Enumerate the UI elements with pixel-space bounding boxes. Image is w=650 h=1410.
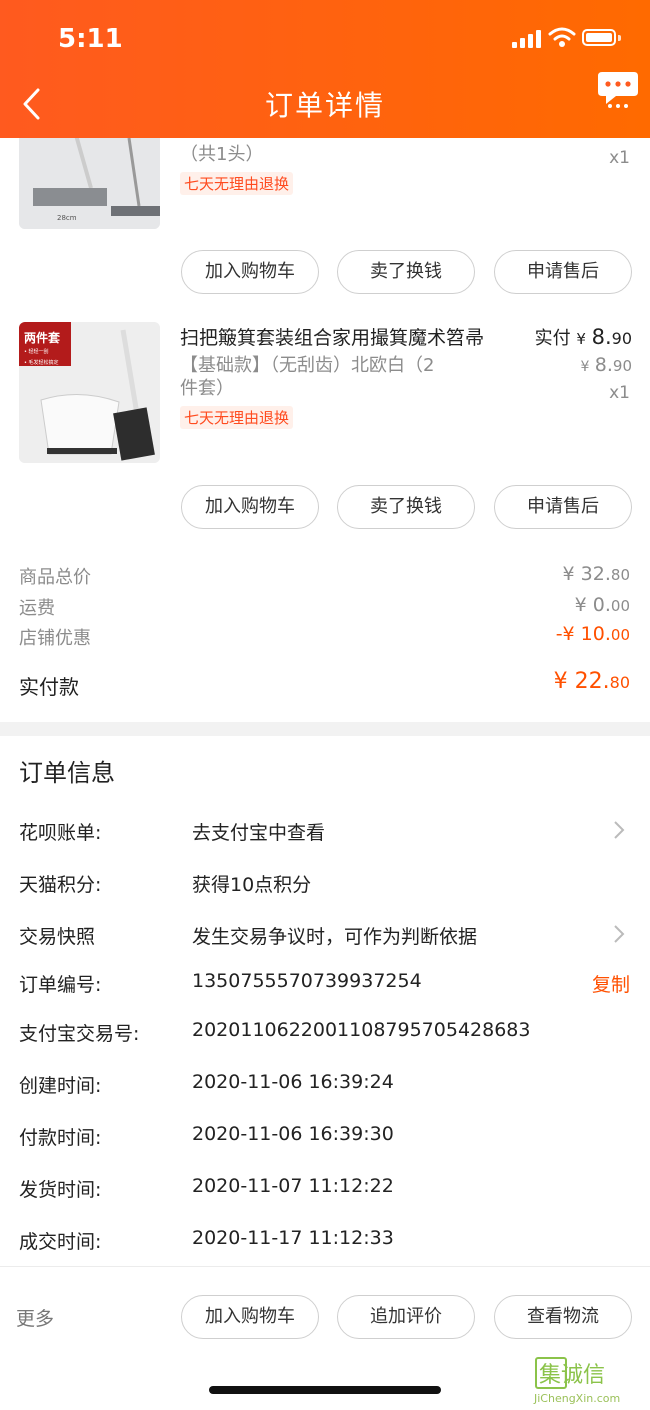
paid-time-label: 付款时间: xyxy=(19,1127,102,1149)
amount-decimal: 00 xyxy=(610,597,630,615)
paid-price-label: 实付 xyxy=(534,328,571,349)
goods-total-label: 商品总价 xyxy=(19,567,91,588)
sell-button[interactable]: 卖了换钱 xyxy=(337,485,475,529)
price-decimal: 90 xyxy=(611,329,632,348)
alipay-trade-number-value: 2020110622001108795705428683 xyxy=(192,1019,531,1041)
completed-time-label: 成交时间: xyxy=(19,1231,102,1253)
price-decimal: 90 xyxy=(612,357,632,375)
alipay-trade-number-label: 支付宝交易号: xyxy=(19,1023,140,1045)
amount-decimal: 80 xyxy=(610,566,630,584)
amount-decimal: 00 xyxy=(610,626,630,644)
order-number-value: 1350755570739937254 xyxy=(192,970,422,992)
shipped-time-label: 发货时间: xyxy=(19,1179,102,1201)
page-title: 订单详情 xyxy=(264,89,385,122)
currency-symbol: ¥ xyxy=(576,330,586,348)
home-indicator xyxy=(209,1386,441,1394)
amount-paid-label: 实付款 xyxy=(19,675,79,699)
huabei-bill-label: 花呗账单: xyxy=(19,822,102,844)
status-time: 5:11 xyxy=(58,24,123,54)
order-number-label: 订单编号: xyxy=(19,974,102,996)
more-button[interactable]: 更多 xyxy=(16,1304,54,1331)
tmall-points-label: 天猫积分: xyxy=(19,874,102,896)
watermark-text: JiChengXin.com xyxy=(534,1392,621,1405)
view-logistics-button[interactable]: 查看物流 xyxy=(494,1295,632,1339)
original-price: ¥ 8.90 xyxy=(580,354,632,376)
currency-symbol: ¥ xyxy=(580,359,590,375)
sell-button[interactable]: 卖了换钱 xyxy=(337,250,475,294)
product-quantity: x1 xyxy=(609,383,630,403)
product-spec-line: 【基础款】（无刮齿）北欧白（2 xyxy=(180,355,435,376)
amount-integer: ¥ 22. xyxy=(553,669,610,694)
add-review-button[interactable]: 追加评价 xyxy=(337,1295,475,1339)
product-spec: 【基础款】（无刮齿）北欧白（2 件套） xyxy=(180,354,434,400)
return-policy-badge: 七天无理由退换 xyxy=(180,406,294,429)
add-to-cart-button[interactable]: 加入购物车 xyxy=(181,1295,319,1339)
svg-text:28cm: 28cm xyxy=(57,214,77,222)
paid-time-value: 2020-11-06 16:39:30 xyxy=(192,1123,394,1145)
product-spec-line: 件套） xyxy=(180,378,234,399)
created-time-label: 创建时间: xyxy=(19,1075,102,1097)
price-integer: 8. xyxy=(594,354,613,376)
after-sales-button[interactable]: 申请售后 xyxy=(494,250,632,294)
shipped-time-value: 2020-11-07 11:12:22 xyxy=(192,1175,394,1197)
bottom-bar-border xyxy=(0,1266,650,1267)
amount-integer: ¥ 0. xyxy=(574,594,611,616)
trade-snapshot-value: 发生交易争议时，可作为判断依据 xyxy=(192,926,478,948)
goods-total-value: ¥ 32.80 xyxy=(563,563,630,585)
section-divider xyxy=(0,722,650,736)
message-icon[interactable] xyxy=(596,68,640,112)
paid-price: 实付 ¥ 8.90 xyxy=(535,324,632,350)
header-bar: 5:11 订单详情 xyxy=(0,0,650,138)
svg-text:• 毛发轻松搞定: • 毛发轻松搞定 xyxy=(24,359,59,366)
shipping-value: ¥ 0.00 xyxy=(575,594,630,616)
svg-text:两件套: 两件套 xyxy=(24,330,61,345)
shop-discount-value: -¥ 10.00 xyxy=(556,623,630,645)
product-title[interactable]: 扫把簸箕套装组合家用撮箕魔术笤帚 xyxy=(180,323,484,350)
huabei-bill-value: 去支付宝中查看 xyxy=(192,822,326,844)
product-spec: （共1头） xyxy=(180,144,264,165)
svg-text:• 轻轻一刮: • 轻轻一刮 xyxy=(24,348,49,355)
amount-decimal: 80 xyxy=(609,673,630,692)
watermark-logo: 集诚信 JiChengXin.com xyxy=(534,1356,648,1406)
return-policy-badge: 七天无理由退换 xyxy=(180,172,294,195)
battery-tip xyxy=(618,35,621,41)
shipping-label: 运费 xyxy=(19,598,55,619)
chevron-right-icon xyxy=(614,925,625,943)
shop-discount-label: 店铺优惠 xyxy=(19,628,91,649)
tmall-points-value: 获得10点积分 xyxy=(192,874,312,896)
signal-icon xyxy=(512,30,544,48)
order-info-title: 订单信息 xyxy=(19,759,115,787)
wifi-icon xyxy=(548,27,576,47)
completed-time-value: 2020-11-17 11:12:33 xyxy=(192,1227,394,1249)
add-to-cart-button[interactable]: 加入购物车 xyxy=(181,250,319,294)
amount-integer: ¥ 32. xyxy=(562,563,611,585)
broom-dustpan-image: 两件套 • 轻轻一刮 • 毛发轻松搞定 xyxy=(19,322,160,463)
chevron-right-icon xyxy=(614,821,625,839)
product-image[interactable]: 两件套 • 轻轻一刮 • 毛发轻松搞定 xyxy=(19,322,160,463)
price-integer: 8. xyxy=(591,325,612,349)
trade-snapshot-label: 交易快照 xyxy=(19,926,96,948)
amount-paid-value: ¥ 22.80 xyxy=(554,669,630,694)
created-time-value: 2020-11-06 16:39:24 xyxy=(192,1071,394,1093)
product-quantity: x1 xyxy=(609,148,630,168)
copy-button[interactable]: 复制 xyxy=(592,970,630,997)
svg-text:集诚信: 集诚信 xyxy=(539,1363,605,1388)
battery-icon xyxy=(582,29,616,46)
after-sales-button[interactable]: 申请售后 xyxy=(494,485,632,529)
amount-integer: -¥ 10. xyxy=(555,623,611,645)
add-to-cart-button[interactable]: 加入购物车 xyxy=(181,485,319,529)
